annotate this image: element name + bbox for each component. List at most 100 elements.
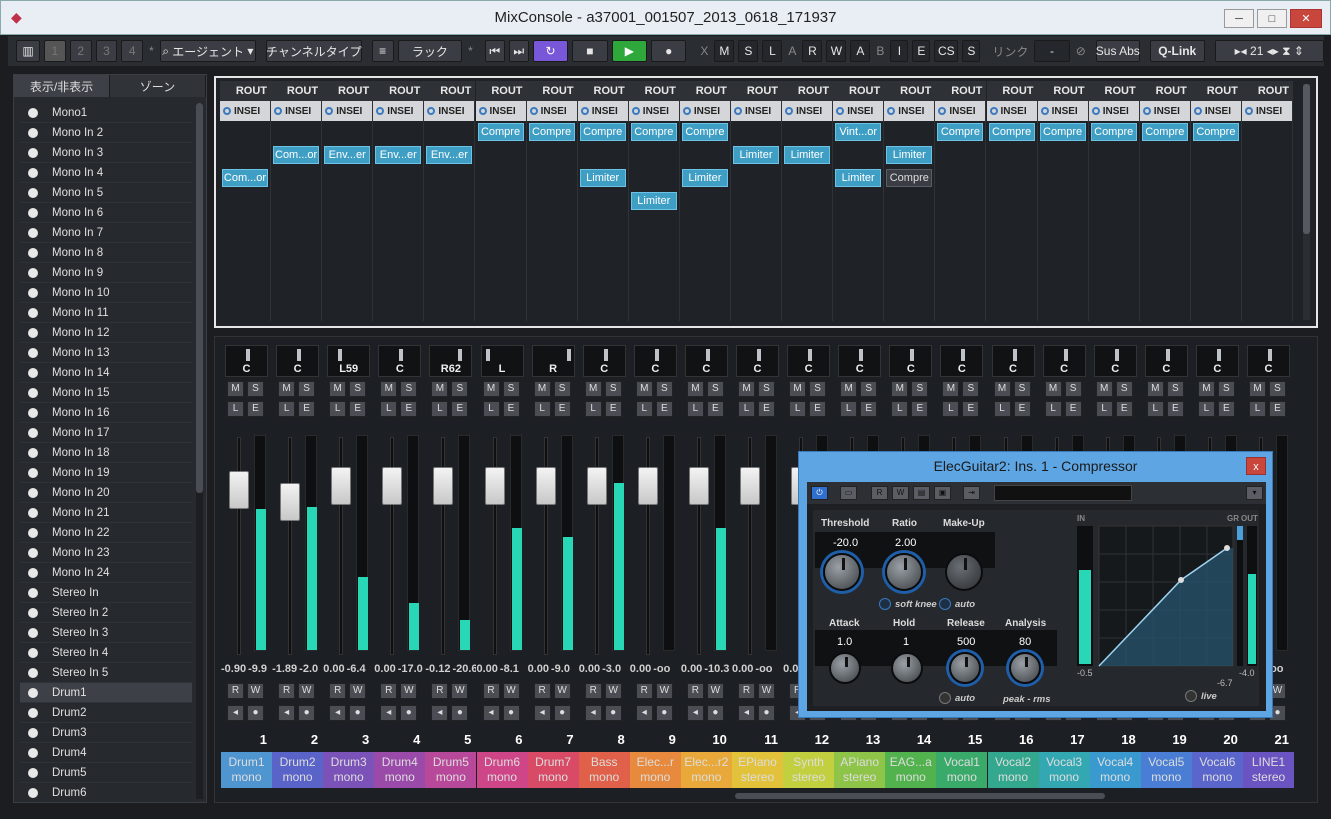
- agent-dropdown[interactable]: ⌕ エージェント ▾: [159, 40, 256, 62]
- insert-slot[interactable]: [1191, 167, 1241, 190]
- insert-plugin[interactable]: Limiter: [733, 146, 779, 164]
- solo-button[interactable]: S: [400, 381, 418, 397]
- monitor-icon[interactable]: ◂: [686, 705, 704, 721]
- insert-bypass-icon[interactable]: [478, 107, 487, 115]
- soft-knee-toggle[interactable]: soft knee: [879, 598, 937, 610]
- monitor-icon[interactable]: ◂: [533, 705, 551, 721]
- insert-slot[interactable]: [833, 190, 883, 213]
- channel-visibility-item[interactable]: Mono In 11: [20, 303, 192, 323]
- insert-slot[interactable]: [1242, 213, 1292, 236]
- peak-value[interactable]: -9.0: [551, 663, 570, 675]
- routing-header[interactable]: ROUT: [424, 81, 475, 101]
- channel-visibility-item[interactable]: Drum5: [20, 763, 192, 783]
- routing-header[interactable]: ROUT: [271, 81, 322, 101]
- peak-value[interactable]: -17.0: [398, 663, 423, 675]
- insert-slot[interactable]: [271, 282, 321, 305]
- routing-header[interactable]: ROUT: [986, 81, 1037, 101]
- channel-name-box[interactable]: Drum7 mono: [527, 752, 579, 788]
- volume-value[interactable]: -0.12: [425, 663, 450, 675]
- channel-visibility-item[interactable]: Stereo In 3: [20, 623, 192, 643]
- mute-button[interactable]: M: [278, 381, 296, 397]
- stop-icon[interactable]: ■: [572, 40, 608, 62]
- volume-fader[interactable]: [740, 467, 760, 505]
- listen-button[interactable]: L: [1197, 401, 1215, 417]
- listen-button[interactable]: L: [1146, 401, 1164, 417]
- mute-button[interactable]: M: [1095, 381, 1113, 397]
- channel-visibility-item[interactable]: Mono In 6: [20, 203, 192, 223]
- auto-makeup-toggle[interactable]: auto: [939, 598, 975, 610]
- visibility-dot-icon[interactable]: [28, 727, 38, 738]
- read-automation-button[interactable]: R: [227, 683, 244, 699]
- visibility-dot-icon[interactable]: [28, 367, 38, 378]
- mute-all-button[interactable]: M: [714, 40, 735, 62]
- listen-button[interactable]: L: [840, 401, 858, 417]
- insert-slot[interactable]: [680, 190, 730, 213]
- insert-slot[interactable]: [373, 213, 423, 236]
- routing-header[interactable]: ROUT: [679, 81, 730, 101]
- peak-value[interactable]: -oo: [653, 663, 670, 675]
- mute-button[interactable]: M: [635, 381, 653, 397]
- peak-value[interactable]: -6.4: [347, 663, 366, 675]
- edit-button[interactable]: E: [1166, 401, 1184, 417]
- insert-slot[interactable]: [935, 213, 985, 236]
- edit-button[interactable]: E: [962, 401, 980, 417]
- inserts-header[interactable]: INSEI: [1242, 101, 1292, 121]
- insert-plugin[interactable]: Compre: [1039, 123, 1086, 141]
- listen-button[interactable]: L: [533, 401, 551, 417]
- edit-button[interactable]: E: [553, 401, 571, 417]
- insert-plugin[interactable]: Compre: [477, 123, 524, 141]
- insert-slot[interactable]: [833, 282, 883, 305]
- edit-button[interactable]: E: [860, 401, 878, 417]
- insert-slot[interactable]: [322, 213, 372, 236]
- channel-visibility-item[interactable]: Drum6: [20, 783, 192, 799]
- insert-slot[interactable]: [322, 282, 372, 305]
- write-automation-button[interactable]: W: [553, 683, 571, 699]
- visibility-dot-icon[interactable]: [28, 327, 38, 338]
- insert-bypass-icon[interactable]: [325, 107, 334, 115]
- insert-slot[interactable]: [424, 236, 474, 259]
- channel-name-box[interactable]: Elec...r2 mono: [680, 752, 732, 788]
- insert-slot[interactable]: [1140, 190, 1190, 213]
- page-4-button[interactable]: 4: [121, 40, 144, 62]
- visibility-dot-icon[interactable]: [28, 187, 38, 198]
- insert-plugin[interactable]: Env...er: [375, 146, 422, 164]
- insert-slot[interactable]: [271, 236, 321, 259]
- channel-name-box[interactable]: Drum5 mono: [425, 752, 477, 788]
- channel-visibility-item[interactable]: Mono In 4: [20, 163, 192, 183]
- visibility-dot-icon[interactable]: [28, 287, 38, 298]
- insert-slot[interactable]: Compre: [1089, 121, 1139, 144]
- routing-header[interactable]: ROUT: [577, 81, 628, 101]
- channel-name-box[interactable]: Vocal6 mono: [1191, 752, 1243, 788]
- insert-slot[interactable]: [782, 190, 832, 213]
- inserts-header[interactable]: INSEI: [475, 101, 526, 121]
- solo-button[interactable]: S: [247, 381, 264, 397]
- monitor-icon[interactable]: ◂: [584, 705, 602, 721]
- insert-slot[interactable]: [578, 213, 628, 236]
- visibility-dot-icon[interactable]: [28, 707, 38, 718]
- record-enable-icon[interactable]: ●: [400, 705, 418, 721]
- edit-button[interactable]: E: [400, 401, 418, 417]
- mute-button[interactable]: M: [686, 381, 704, 397]
- plugin-menu-icon[interactable]: ▾: [1246, 486, 1263, 500]
- insert-slot[interactable]: [1089, 144, 1139, 167]
- insert-slot[interactable]: [220, 190, 270, 213]
- visibility-dot-icon[interactable]: [28, 787, 38, 798]
- solo-button[interactable]: S: [1013, 381, 1031, 397]
- listen-button[interactable]: L: [1044, 401, 1062, 417]
- record-enable-icon[interactable]: ●: [247, 705, 264, 721]
- insert-slot[interactable]: Com...or: [220, 167, 270, 190]
- pan-control[interactable]: C: [1144, 345, 1188, 377]
- insert-plugin[interactable]: Compre: [1141, 123, 1188, 141]
- insert-slot[interactable]: [578, 282, 628, 305]
- pan-control[interactable]: C: [787, 345, 831, 377]
- ratio-knob[interactable]: [885, 553, 923, 591]
- insert-slot[interactable]: Compre: [578, 121, 628, 144]
- insert-slot[interactable]: [476, 190, 526, 213]
- channel-visibility-item[interactable]: Mono1: [20, 103, 192, 123]
- monitor-icon[interactable]: ◂: [329, 705, 347, 721]
- routing-header[interactable]: ROUT: [935, 81, 986, 101]
- inserts-header[interactable]: INSEI: [1037, 101, 1088, 121]
- insert-slot[interactable]: [476, 282, 526, 305]
- listen-button[interactable]: L: [431, 401, 449, 417]
- record-enable-icon[interactable]: ●: [502, 705, 520, 721]
